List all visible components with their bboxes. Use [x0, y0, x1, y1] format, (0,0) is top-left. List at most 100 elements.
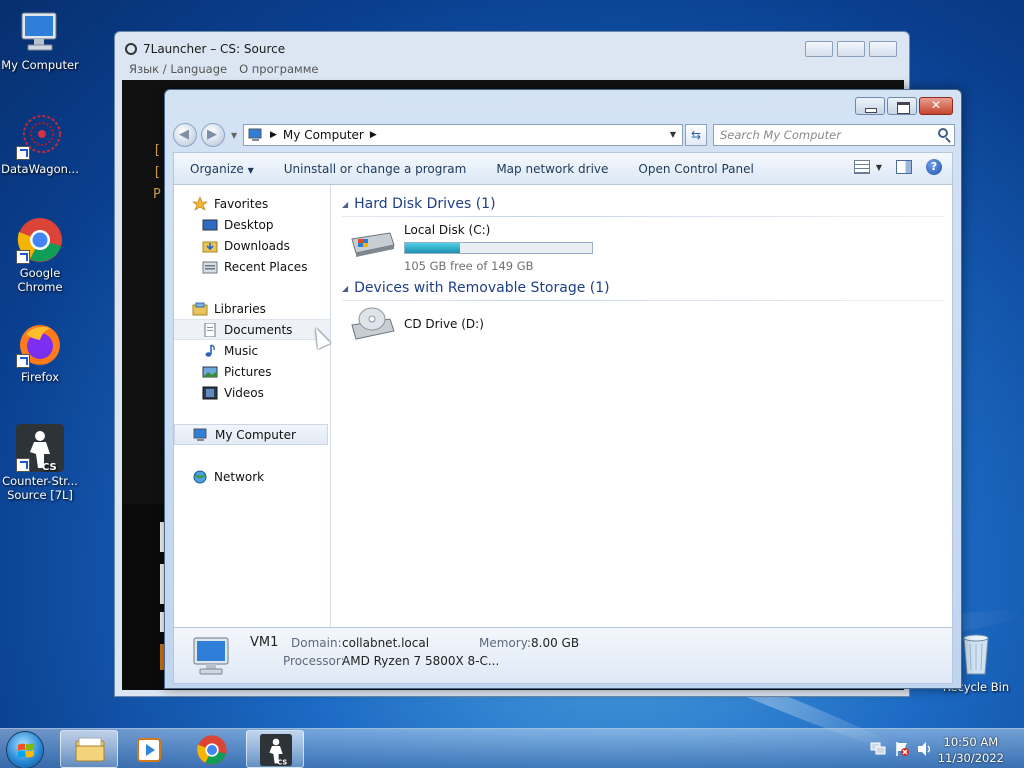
drive-local-disk-c[interactable]: Local Disk (C:) 105 GB free of 149 GB: [342, 215, 952, 277]
search-input[interactable]: Search My Computer: [713, 124, 955, 146]
uninstall-program-button[interactable]: Uninstall or change a program: [269, 162, 482, 176]
nav-videos[interactable]: Videos: [174, 382, 330, 403]
nav-downloads[interactable]: Downloads: [174, 235, 330, 256]
group-title: Hard Disk Drives (1): [354, 196, 496, 212]
nav-network[interactable]: Network: [174, 466, 330, 487]
nav-label: Music: [224, 343, 259, 358]
taskbar-media-player-button[interactable]: [120, 730, 178, 768]
back-button[interactable]: ◀: [173, 123, 197, 147]
menu-language[interactable]: Язык / Language: [129, 62, 227, 76]
refresh-button[interactable]: ⇆: [685, 124, 707, 146]
recent-places-icon: [202, 261, 218, 273]
drive-usage-fill: [405, 243, 461, 253]
nav-recent-places[interactable]: Recent Places: [174, 256, 330, 277]
network-tray-icon[interactable]: [870, 742, 886, 756]
processor-label: Processor:: [283, 654, 345, 668]
maximize-button[interactable]: [887, 97, 917, 115]
desktop-icon-counter-strike[interactable]: CS Counter-Str... Source [7L]: [0, 424, 80, 502]
taskbar-chrome-button[interactable]: [184, 730, 242, 768]
datawagon-logo-icon: [16, 112, 64, 160]
nav-documents[interactable]: Documents: [174, 319, 330, 340]
desktop-icon-firefox[interactable]: Firefox: [0, 320, 80, 384]
nav-pictures[interactable]: Pictures: [174, 361, 330, 382]
start-button[interactable]: [6, 731, 44, 768]
nav-label: Desktop: [224, 217, 274, 232]
desktop-icon-label: DataWagon...: [1, 162, 79, 176]
collapse-triangle-icon[interactable]: ◢: [342, 200, 348, 209]
minimize-button[interactable]: [855, 97, 885, 115]
computer-icon: [16, 8, 64, 56]
window-controls: [855, 97, 953, 115]
taskbar-explorer-button[interactable]: [60, 730, 118, 768]
map-network-drive-button[interactable]: Map network drive: [481, 162, 623, 176]
preview-pane-button[interactable]: [896, 160, 912, 174]
change-view-button[interactable]: ▼: [853, 160, 882, 174]
processor-value: AMD Ryzen 7 5800X 8-C...: [342, 654, 500, 668]
nav-music[interactable]: Music: [174, 340, 330, 361]
address-bar[interactable]: ▶ My Computer ▶ ▼: [243, 124, 683, 146]
svg-text:CS: CS: [277, 759, 287, 766]
nav-my-computer[interactable]: My Computer: [174, 424, 328, 445]
search-icon[interactable]: [938, 128, 948, 138]
explorer-window[interactable]: ◀ ▶ ▼ ▶ My Computer ▶ ▼ ⇆ Search My Comp…: [164, 89, 962, 689]
forward-button[interactable]: ▶: [201, 123, 225, 147]
chevron-down-icon: ▼: [875, 162, 882, 172]
memory-label: Memory:: [479, 636, 531, 650]
group-removable-storage[interactable]: ◢ Devices with Removable Storage (1): [342, 277, 952, 301]
shortcut-arrow-icon: [16, 250, 30, 264]
breadcrumb-my-computer[interactable]: My Computer: [283, 128, 364, 142]
breadcrumb-chevron-icon[interactable]: ▶: [270, 130, 277, 140]
desktop-icon: [202, 219, 218, 230]
nav-favorites[interactable]: Favorites: [174, 193, 330, 214]
launcher-close-button[interactable]: [869, 41, 897, 57]
action-center-flag-icon[interactable]: [894, 741, 910, 757]
menu-about[interactable]: О программе: [239, 62, 318, 76]
address-row: ◀ ▶ ▼ ▶ My Computer ▶ ▼ ⇆ Search My Comp…: [173, 123, 955, 147]
organize-button[interactable]: Organize ▼: [174, 162, 269, 176]
computer-icon: [193, 428, 207, 441]
computer-icon: [193, 637, 229, 675]
svg-text:CS: CS: [42, 462, 57, 472]
collapse-triangle-icon[interactable]: ◢: [342, 284, 348, 293]
search-placeholder: Search My Computer: [720, 128, 841, 142]
forward-arrow-icon: ▶: [207, 127, 217, 142]
nav-label: Recent Places: [224, 259, 308, 274]
nav-label: Videos: [224, 385, 264, 400]
command-bar: Organize ▼ Uninstall or change a program…: [173, 152, 953, 184]
nav-libraries[interactable]: Libraries: [174, 298, 330, 319]
back-arrow-icon: ◀: [179, 127, 189, 142]
file-list: ◢ Hard Disk Drives (1) Local Disk (C:) 1…: [332, 185, 952, 627]
pictures-icon: [202, 366, 218, 377]
launcher-maximize-button[interactable]: [837, 41, 865, 57]
console-line: [: [153, 165, 161, 180]
launcher-titlebar[interactable]: 7Launcher – CS: Source: [115, 32, 909, 66]
address-dropdown-icon[interactable]: ▼: [670, 130, 676, 139]
computer-name: VM1: [250, 635, 279, 650]
taskbar-counter-strike-button[interactable]: CS: [246, 730, 304, 768]
group-hard-disk-drives[interactable]: ◢ Hard Disk Drives (1): [342, 193, 952, 217]
gear-icon: [125, 42, 137, 55]
nav-desktop[interactable]: Desktop: [174, 214, 330, 235]
desktop-icon-my-computer[interactable]: My Computer: [0, 8, 80, 72]
help-button[interactable]: ?: [926, 159, 942, 175]
counter-strike-icon: CS: [16, 424, 64, 473]
desktop-icon-chrome[interactable]: Google Chrome: [0, 216, 80, 294]
network-icon: [193, 470, 207, 483]
computer-icon: [248, 128, 262, 141]
volume-icon[interactable]: [916, 741, 934, 757]
memory-value: 8.00 GB: [531, 636, 580, 650]
organize-label: Organize: [190, 161, 244, 176]
drive-cd-d[interactable]: CD Drive (D:): [342, 299, 952, 361]
downloads-folder-icon: [202, 241, 218, 252]
media-player-icon: [137, 738, 161, 762]
clock[interactable]: 10:50 AM 11/30/2022: [938, 734, 1004, 766]
desktop-icon-datawagon[interactable]: DataWagon...: [0, 112, 80, 176]
music-note-icon: [205, 343, 215, 357]
recent-pages-dropdown[interactable]: ▼: [231, 131, 237, 140]
domain-value: collabnet.local: [342, 636, 430, 650]
close-button[interactable]: [919, 97, 953, 115]
breadcrumb-chevron-icon[interactable]: ▶: [370, 130, 377, 140]
open-control-panel-button[interactable]: Open Control Panel: [623, 162, 768, 176]
clock-date: 11/30/2022: [937, 751, 1004, 765]
launcher-minimize-button[interactable]: [805, 41, 833, 57]
